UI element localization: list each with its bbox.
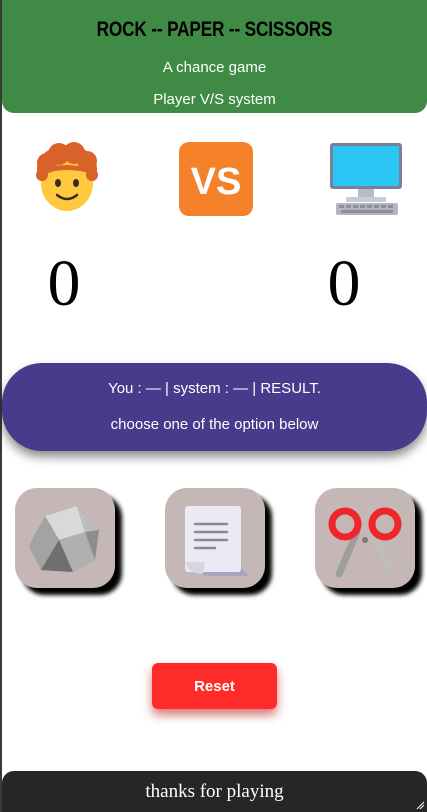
player-score: 0 <box>47 247 81 320</box>
rock-icon <box>29 506 99 572</box>
result-status: You : — | system : — | RESULT. <box>108 380 321 397</box>
scissors-icon <box>328 507 402 578</box>
scissors-button[interactable] <box>315 488 415 588</box>
vs-badge-icon: VS <box>179 142 253 216</box>
choice-hint: choose one of the option below <box>110 416 319 433</box>
person-icon <box>36 142 98 211</box>
computer-icon <box>330 143 402 215</box>
game-title: ROCK -- PAPER -- SCISSORS <box>96 18 333 41</box>
header-banner: ROCK -- PAPER -- SCISSORS A chance game … <box>2 0 427 113</box>
paper-icon <box>185 506 249 576</box>
game-subtitle: A chance game <box>162 59 267 76</box>
footer-message: thanks for playing <box>2 771 427 812</box>
resize-grip-icon[interactable] <box>415 800 425 810</box>
paper-button[interactable] <box>165 488 265 588</box>
reset-button[interactable]: Reset <box>152 663 277 709</box>
game-mode: Player V/S system <box>153 91 276 108</box>
system-score: 0 <box>327 247 361 320</box>
svg-text:VS: VS <box>191 161 242 203</box>
result-message-box: You : — | system : — | RESULT. choose on… <box>2 363 427 451</box>
rock-button[interactable] <box>15 488 115 588</box>
